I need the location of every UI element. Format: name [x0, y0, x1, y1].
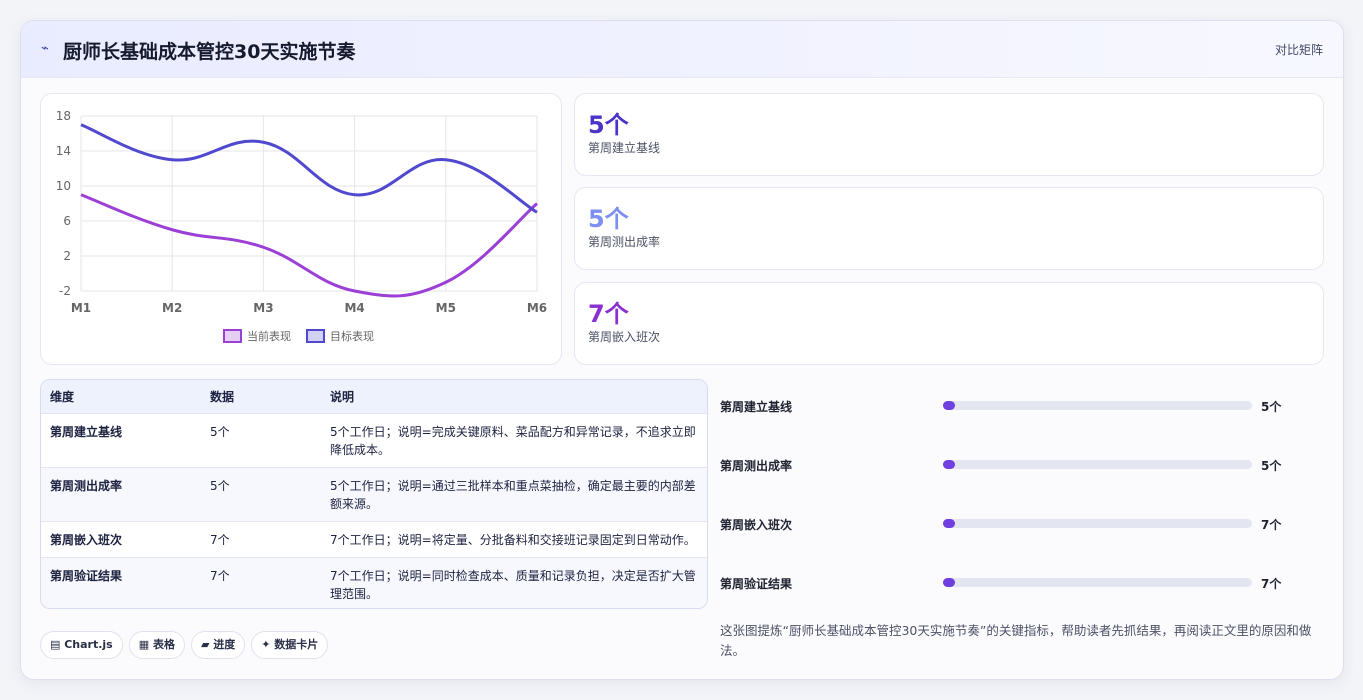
legend-swatch	[306, 329, 325, 343]
progress-track	[943, 578, 1252, 587]
progress-label: 第周测出成率	[720, 459, 793, 473]
chip-group: ▤ Chart.js ▦ 表格 ▰ 进度 ✦ 数据卡片	[40, 631, 334, 659]
data-table: 维度 数据 说明 第周建立基线 5个 5个工作日；说明=完成关键原料、菜品配方和…	[40, 379, 708, 609]
progress-track	[943, 519, 1252, 528]
table-cell: 第周测出成率	[41, 467, 201, 522]
table-header-data: 数据	[201, 380, 321, 414]
chip-data-card[interactable]: ✦ 数据卡片	[251, 631, 329, 659]
y-tick-label: 6	[63, 214, 71, 228]
compare-matrix-link[interactable]: 对比矩阵	[1275, 41, 1323, 58]
series-line-1	[80, 193, 538, 298]
progress-row-shift: 第周嵌入班次 7个	[720, 514, 1320, 534]
stat-value: 7个	[588, 300, 629, 328]
progress-fill	[943, 519, 956, 528]
stat-value: 5个	[588, 111, 629, 139]
legend-label: 目标表现	[330, 329, 374, 343]
stat-label: 第周嵌入班次	[588, 330, 661, 344]
table-cell: 第周验证结果	[41, 557, 201, 608]
table-cell: 7个工作日；说明=同时检查成本、质量和记录负担，决定是否扩大管理范围。	[321, 557, 707, 608]
stat-value: 5个	[588, 205, 629, 233]
x-tick-label: M4	[344, 301, 364, 315]
x-tick-label: M6	[527, 301, 547, 315]
y-tick-label: 2	[63, 249, 71, 263]
progress-row-baseline: 第周建立基线 5个	[720, 396, 1320, 416]
x-tick-label: M2	[162, 301, 182, 315]
summary-note: 这张图提炼“厨师长基础成本管控30天实施节奏”的关键指标，帮助读者先抓结果，再阅…	[720, 623, 1312, 658]
table-cell: 5个工作日；说明=通过三批样本和重点菜抽检，确定最主要的内部差额来源。	[321, 467, 707, 522]
progress-fill	[943, 578, 956, 587]
table-cell: 5个工作日；说明=完成关键原料、菜品配方和异常记录，不追求立即降低成本。	[321, 413, 707, 468]
chip-chartjs[interactable]: ▤ Chart.js	[40, 631, 123, 659]
table-header-description: 说明	[321, 380, 707, 414]
table-header-row: 维度 数据 说明	[41, 380, 707, 414]
table-row: 第周测出成率 5个 5个工作日；说明=通过三批样本和重点菜抽检，确定最主要的内部…	[41, 467, 707, 522]
x-tick-label: M1	[71, 301, 91, 315]
stat-card-yield: 5个 第周测出成率	[574, 187, 1324, 270]
progress-label: 第周建立基线	[720, 400, 793, 414]
line-chart: -2 2 6 10 14 18 M1 M2 M3 M4 M5 M6 当前表现 目标表现	[56, 109, 547, 343]
progress-track	[943, 401, 1252, 410]
y-tick-label: -2	[59, 284, 71, 298]
x-tick-label: M3	[253, 301, 273, 315]
table-cell: 第周建立基线	[41, 413, 201, 468]
table-cell: 7个	[201, 557, 321, 608]
stat-card-baseline: 5个 第周建立基线	[574, 93, 1324, 176]
report-card: ⌁ 厨师长基础成本管控30天实施节奏 对比矩阵 -2 2 6 10 14 18 M1 M2 M3…	[20, 20, 1344, 680]
table-cell: 7个	[201, 521, 321, 558]
chip-progress[interactable]: ▰ 进度	[190, 631, 246, 659]
progress-label: 第周嵌入班次	[720, 518, 793, 532]
table-row: 第周建立基线 5个 5个工作日；说明=完成关键原料、菜品配方和异常记录，不追求立…	[41, 413, 707, 468]
table-cell: 5个	[201, 467, 321, 522]
chip-table[interactable]: ▦ 表格	[128, 631, 185, 659]
y-tick-label: 18	[56, 109, 71, 123]
table-header-dimension: 维度	[41, 380, 201, 414]
x-tick-label: M5	[436, 301, 456, 315]
table-row: 第周嵌入班次 7个 7个工作日；说明=将定量、分批备料和交接班记录固定到日常动作…	[41, 521, 707, 558]
progress-value: 7个	[1261, 518, 1282, 532]
legend-swatch	[223, 329, 242, 343]
y-tick-label: 14	[56, 144, 71, 158]
progress-value: 7个	[1261, 577, 1282, 591]
line-chart-panel: -2 2 6 10 14 18 M1 M2 M3 M4 M5 M6 当前表现 目标表现	[40, 93, 562, 365]
progress-track	[943, 460, 1252, 469]
progress-label: 第周验证结果	[720, 577, 793, 591]
header-bar: ⌁ 厨师长基础成本管控30天实施节奏 对比矩阵	[21, 21, 1343, 78]
pulse-icon: ⌁	[41, 41, 49, 56]
page-title: 厨师长基础成本管控30天实施节奏	[63, 41, 356, 63]
y-tick-label: 10	[56, 179, 71, 193]
legend-label: 当前表现	[247, 329, 291, 343]
stat-label: 第周测出成率	[588, 235, 661, 249]
progress-row-verify: 第周验证结果 7个	[720, 573, 1320, 593]
table-row: 第周验证结果 7个 7个工作日；说明=同时检查成本、质量和记录负担，决定是否扩大…	[41, 557, 707, 608]
stat-label: 第周建立基线	[588, 141, 661, 155]
table-cell: 第周嵌入班次	[41, 521, 201, 558]
progress-row-yield: 第周测出成率 5个	[720, 455, 1320, 475]
series-line-2	[80, 123, 538, 214]
stat-card-shift: 7个 第周嵌入班次	[574, 282, 1324, 365]
progress-fill	[943, 401, 956, 410]
progress-value: 5个	[1261, 459, 1282, 473]
progress-value: 5个	[1261, 400, 1282, 414]
table-cell: 5个	[201, 413, 321, 468]
progress-fill	[943, 460, 956, 469]
table-cell: 7个工作日；说明=将定量、分批备料和交接班记录固定到日常动作。	[321, 521, 707, 558]
